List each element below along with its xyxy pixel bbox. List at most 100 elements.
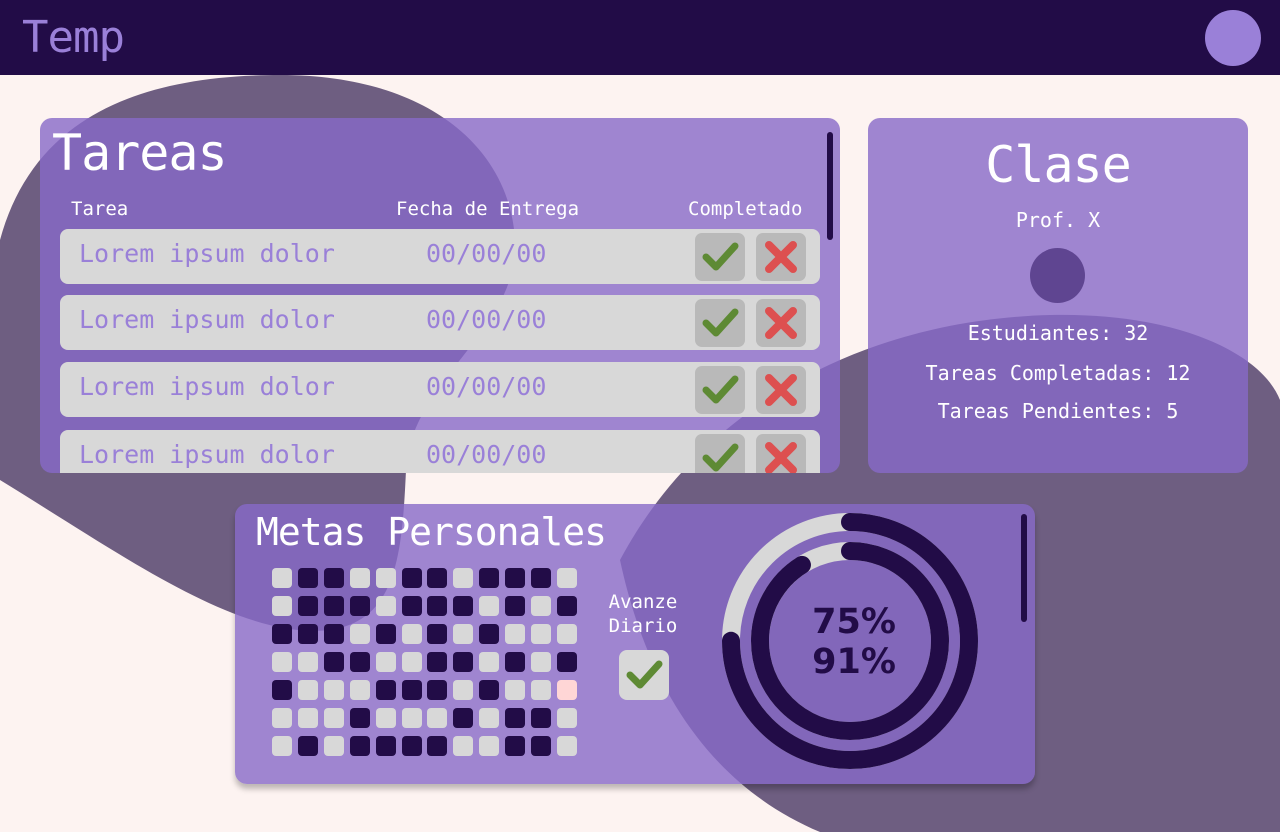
habit-cell[interactable]	[531, 568, 551, 588]
habit-cell[interactable]	[531, 624, 551, 644]
mark-complete-button[interactable]	[695, 434, 745, 473]
habit-cell[interactable]	[556, 596, 577, 616]
habit-cell[interactable]	[479, 736, 500, 756]
habit-cell[interactable]	[401, 652, 422, 672]
habit-cell[interactable]	[401, 708, 422, 728]
habit-cell[interactable]	[297, 652, 318, 672]
habit-cell[interactable]	[401, 680, 422, 700]
goals-scrollbar[interactable]	[1021, 514, 1027, 622]
user-avatar[interactable]	[1205, 10, 1261, 66]
mark-incomplete-button[interactable]	[756, 233, 806, 281]
habit-cell[interactable]	[375, 708, 396, 728]
habit-cell[interactable]	[323, 596, 344, 616]
habit-cell[interactable]	[323, 568, 344, 588]
mark-complete-button[interactable]	[695, 299, 745, 347]
mark-incomplete-button[interactable]	[756, 366, 806, 414]
habit-cell[interactable]	[323, 736, 344, 756]
habit-cell[interactable]	[375, 652, 396, 672]
habit-cell[interactable]	[297, 736, 318, 756]
habit-cell[interactable]	[401, 736, 422, 756]
habit-cell[interactable]	[349, 680, 370, 700]
mark-incomplete-button[interactable]	[756, 434, 806, 473]
habit-cell[interactable]	[272, 680, 292, 700]
habit-cell[interactable]	[349, 708, 370, 728]
habit-cell[interactable]	[505, 736, 526, 756]
habit-cell[interactable]	[453, 596, 474, 616]
habit-cell[interactable]	[297, 708, 318, 728]
habit-cell[interactable]	[375, 596, 396, 616]
habit-cell[interactable]	[505, 596, 526, 616]
habit-cell[interactable]	[272, 708, 292, 728]
habit-cell[interactable]	[531, 736, 551, 756]
habit-cell[interactable]	[479, 652, 500, 672]
mark-incomplete-button[interactable]	[756, 299, 806, 347]
habit-cell[interactable]	[297, 680, 318, 700]
habit-cell[interactable]	[556, 652, 577, 672]
habit-cell[interactable]	[272, 568, 292, 588]
tasks-scrollbar[interactable]	[827, 132, 833, 240]
habit-cell[interactable]	[349, 624, 370, 644]
habit-cell[interactable]	[531, 708, 551, 728]
habit-cell[interactable]	[375, 736, 396, 756]
habit-cell[interactable]	[479, 568, 500, 588]
task-row[interactable]: Lorem ipsum dolor 00/00/00	[60, 362, 820, 417]
habit-cell[interactable]	[505, 624, 526, 644]
habit-cell[interactable]	[505, 680, 526, 700]
habit-cell[interactable]	[427, 708, 448, 728]
habit-cell[interactable]	[401, 596, 422, 616]
habit-cell[interactable]	[323, 680, 344, 700]
habit-cell[interactable]	[297, 624, 318, 644]
habit-cell[interactable]	[272, 652, 292, 672]
habit-cell[interactable]	[479, 708, 500, 728]
habit-cell[interactable]	[272, 736, 292, 756]
habit-cell[interactable]	[453, 624, 474, 644]
habit-cell[interactable]	[556, 708, 577, 728]
habit-cell[interactable]	[323, 652, 344, 672]
habit-cell[interactable]	[427, 596, 448, 616]
habit-cell[interactable]	[323, 624, 344, 644]
mark-complete-button[interactable]	[695, 366, 745, 414]
task-row[interactable]: Lorem ipsum dolor 00/00/00	[60, 295, 820, 350]
habit-cell[interactable]	[531, 596, 551, 616]
task-row[interactable]: Lorem ipsum dolor 00/00/00	[60, 430, 820, 473]
habit-cell[interactable]	[349, 596, 370, 616]
habit-cell[interactable]	[427, 680, 448, 700]
habit-cell[interactable]	[556, 568, 577, 588]
habit-cell[interactable]	[453, 652, 474, 672]
habit-cell[interactable]	[453, 680, 474, 700]
habit-cell[interactable]	[401, 568, 422, 588]
habit-cell[interactable]	[479, 624, 500, 644]
habit-cell[interactable]	[401, 624, 422, 644]
habit-cell[interactable]	[427, 652, 448, 672]
habit-cell[interactable]	[375, 568, 396, 588]
task-row[interactable]: Lorem ipsum dolor 00/00/00	[60, 229, 820, 284]
habit-cell[interactable]	[427, 568, 448, 588]
habit-cell[interactable]	[453, 736, 474, 756]
habit-cell[interactable]	[556, 736, 577, 756]
habit-cell[interactable]	[531, 652, 551, 672]
habit-cell[interactable]	[375, 624, 396, 644]
habit-cell[interactable]	[297, 596, 318, 616]
habit-cell[interactable]	[556, 680, 577, 700]
habit-cell[interactable]	[479, 680, 500, 700]
habit-cell[interactable]	[531, 680, 551, 700]
mark-complete-button[interactable]	[695, 233, 745, 281]
habit-cell[interactable]	[427, 736, 448, 756]
habit-cell[interactable]	[453, 708, 474, 728]
habit-cell[interactable]	[479, 596, 500, 616]
habit-cell[interactable]	[556, 624, 577, 644]
habit-cell[interactable]	[453, 568, 474, 588]
habit-cell[interactable]	[272, 624, 292, 644]
habit-cell[interactable]	[323, 708, 344, 728]
habit-cell[interactable]	[427, 624, 448, 644]
habit-cell[interactable]	[505, 652, 526, 672]
habit-cell[interactable]	[349, 736, 370, 756]
habit-cell[interactable]	[505, 568, 526, 588]
habit-cell[interactable]	[349, 652, 370, 672]
habit-cell[interactable]	[375, 680, 396, 700]
habit-cell[interactable]	[272, 596, 292, 616]
habit-cell[interactable]	[297, 568, 318, 588]
habit-cell[interactable]	[349, 568, 370, 588]
habit-cell[interactable]	[505, 708, 526, 728]
daily-progress-check-button[interactable]	[619, 650, 669, 700]
